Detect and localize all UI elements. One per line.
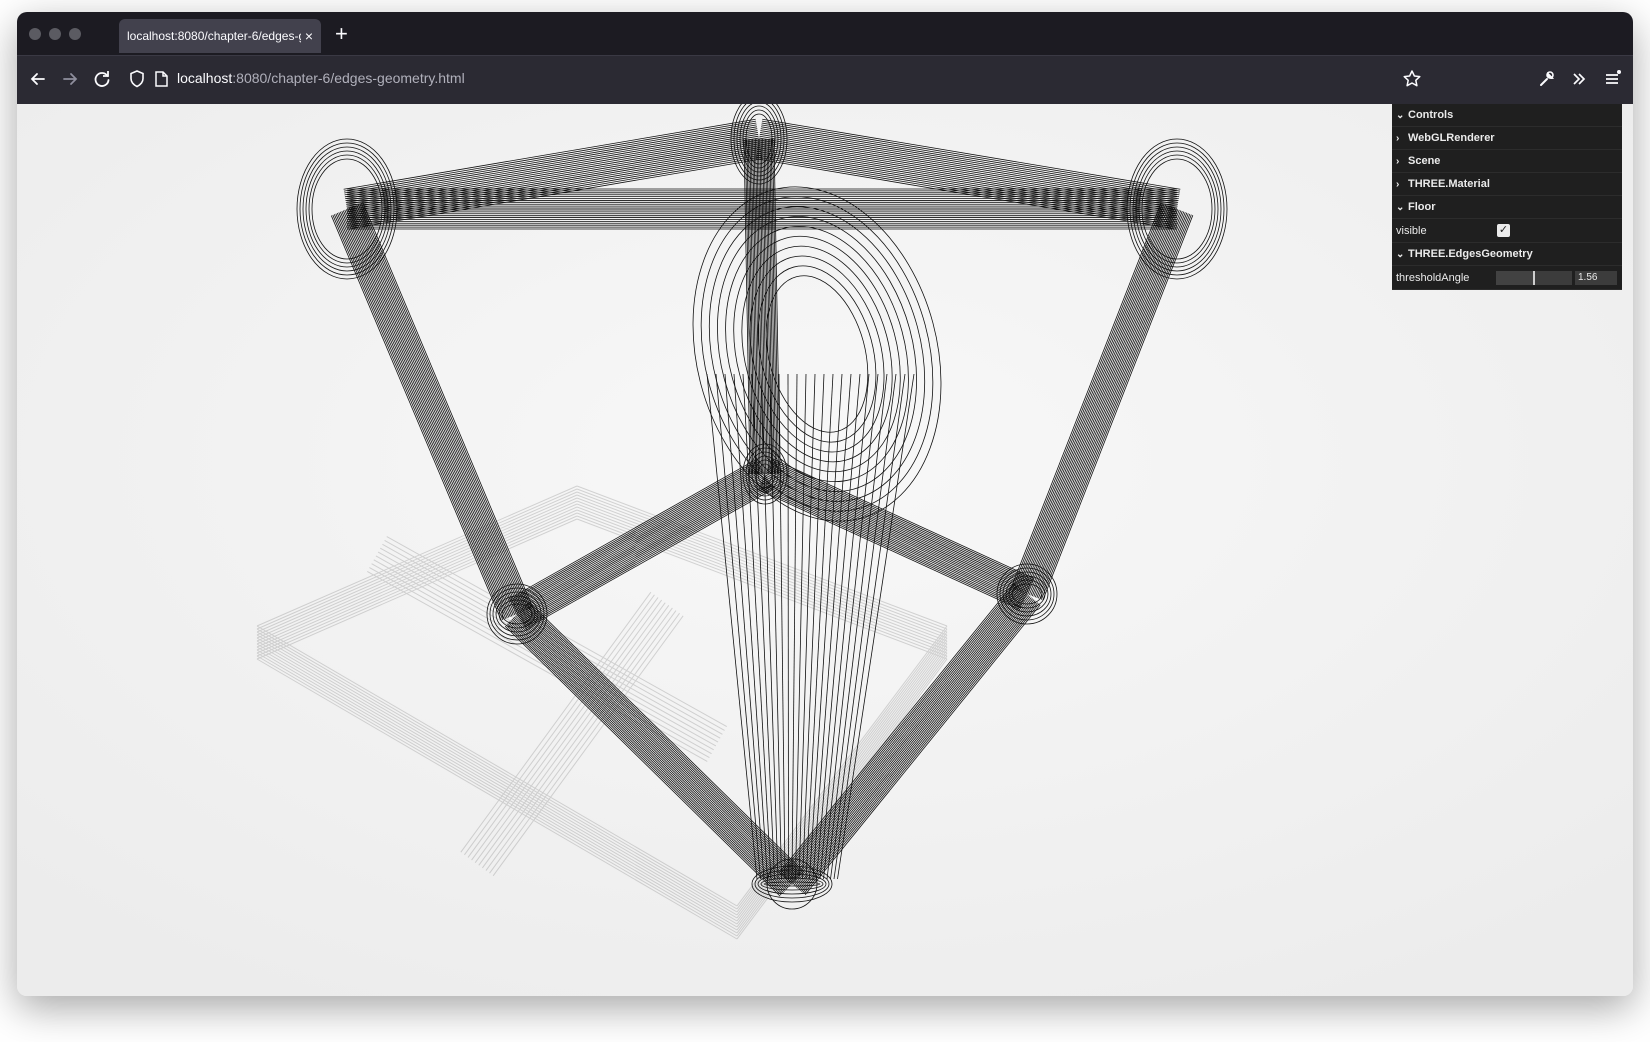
threshold-slider[interactable]	[1496, 271, 1572, 285]
visible-label: visible	[1396, 224, 1427, 237]
folder-floor-label: Floor	[1408, 201, 1436, 213]
page-icon[interactable]	[148, 66, 174, 92]
zoom-window-button[interactable]	[69, 28, 81, 40]
navigation-bar: localhost:8080/chapter-6/edges-geometry.…	[17, 55, 1633, 104]
folder-material-label: THREE.Material	[1408, 178, 1490, 190]
folder-floor[interactable]: ⌄ Floor	[1392, 196, 1622, 219]
fan-line	[787, 373, 789, 880]
title-bar: localhost:8080/chapter-6/edges-geometry.…	[17, 12, 1633, 55]
chevron-right-icon: ›	[1396, 155, 1400, 167]
new-tab-button[interactable]: +	[335, 22, 348, 46]
folder-scene[interactable]: › Scene	[1392, 150, 1622, 173]
browser-window: localhost:8080/chapter-6/edges-geometry.…	[17, 12, 1633, 996]
folder-controls-label: Controls	[1408, 109, 1454, 121]
window-controls	[29, 28, 81, 40]
threshold-value-input[interactable]: 1.56	[1575, 271, 1617, 285]
back-icon[interactable]	[25, 66, 51, 92]
forward-icon[interactable]	[57, 66, 83, 92]
visible-checkbox[interactable]: ✓	[1497, 224, 1510, 237]
threshold-control: thresholdAngle 1.56	[1392, 266, 1622, 290]
folder-edgesgeometry[interactable]: ⌄ THREE.EdgesGeometry	[1392, 243, 1622, 266]
tab-title: localhost:8080/chapter-6/edges-geometry.…	[127, 29, 301, 43]
browser-tab[interactable]: localhost:8080/chapter-6/edges-geometry.…	[119, 19, 321, 53]
edges-geometry-render	[17, 104, 1633, 996]
menu-icon[interactable]	[1599, 66, 1625, 92]
bookmark-star-icon[interactable]	[1399, 66, 1425, 92]
chevron-right-icon: ›	[1396, 132, 1400, 144]
url-host: localhost	[177, 70, 233, 86]
folder-webglrenderer[interactable]: › WebGLRenderer	[1392, 127, 1622, 150]
folder-controls[interactable]: ⌄ Controls	[1392, 104, 1622, 127]
tab-close-icon[interactable]: ×	[305, 28, 313, 44]
minimize-window-button[interactable]	[49, 28, 61, 40]
address-bar[interactable]: localhost:8080/chapter-6/edges-geometry.…	[177, 70, 465, 86]
threshold-label: thresholdAngle	[1396, 271, 1470, 284]
webgl-canvas[interactable]	[17, 104, 1633, 996]
chevron-down-icon: ⌄	[1396, 109, 1405, 121]
wrench-icon[interactable]	[1533, 66, 1559, 92]
visible-control: visible ✓	[1392, 219, 1622, 243]
folder-material[interactable]: › THREE.Material	[1392, 173, 1622, 196]
threshold-slider-knob[interactable]	[1533, 271, 1535, 285]
folder-scene-label: Scene	[1408, 155, 1441, 167]
threshold-slider-fill	[1496, 271, 1534, 285]
overflow-chevrons-icon[interactable]	[1566, 66, 1592, 92]
close-window-button[interactable]	[29, 28, 41, 40]
url-path: :8080/chapter-6/edges-geometry.html	[232, 70, 465, 86]
chevron-down-icon: ⌄	[1396, 248, 1405, 260]
dat-gui-panel: ⌄ Controls › WebGLRenderer › Scene › THREE.M…	[1392, 104, 1622, 290]
folder-edgesgeometry-label: THREE.EdgesGeometry	[1408, 248, 1533, 260]
shield-icon[interactable]	[124, 66, 150, 92]
chevron-down-icon: ⌄	[1396, 201, 1405, 213]
chevron-right-icon: ›	[1396, 178, 1400, 190]
reload-icon[interactable]	[89, 66, 115, 92]
folder-webglrenderer-label: WebGLRenderer	[1408, 132, 1495, 144]
